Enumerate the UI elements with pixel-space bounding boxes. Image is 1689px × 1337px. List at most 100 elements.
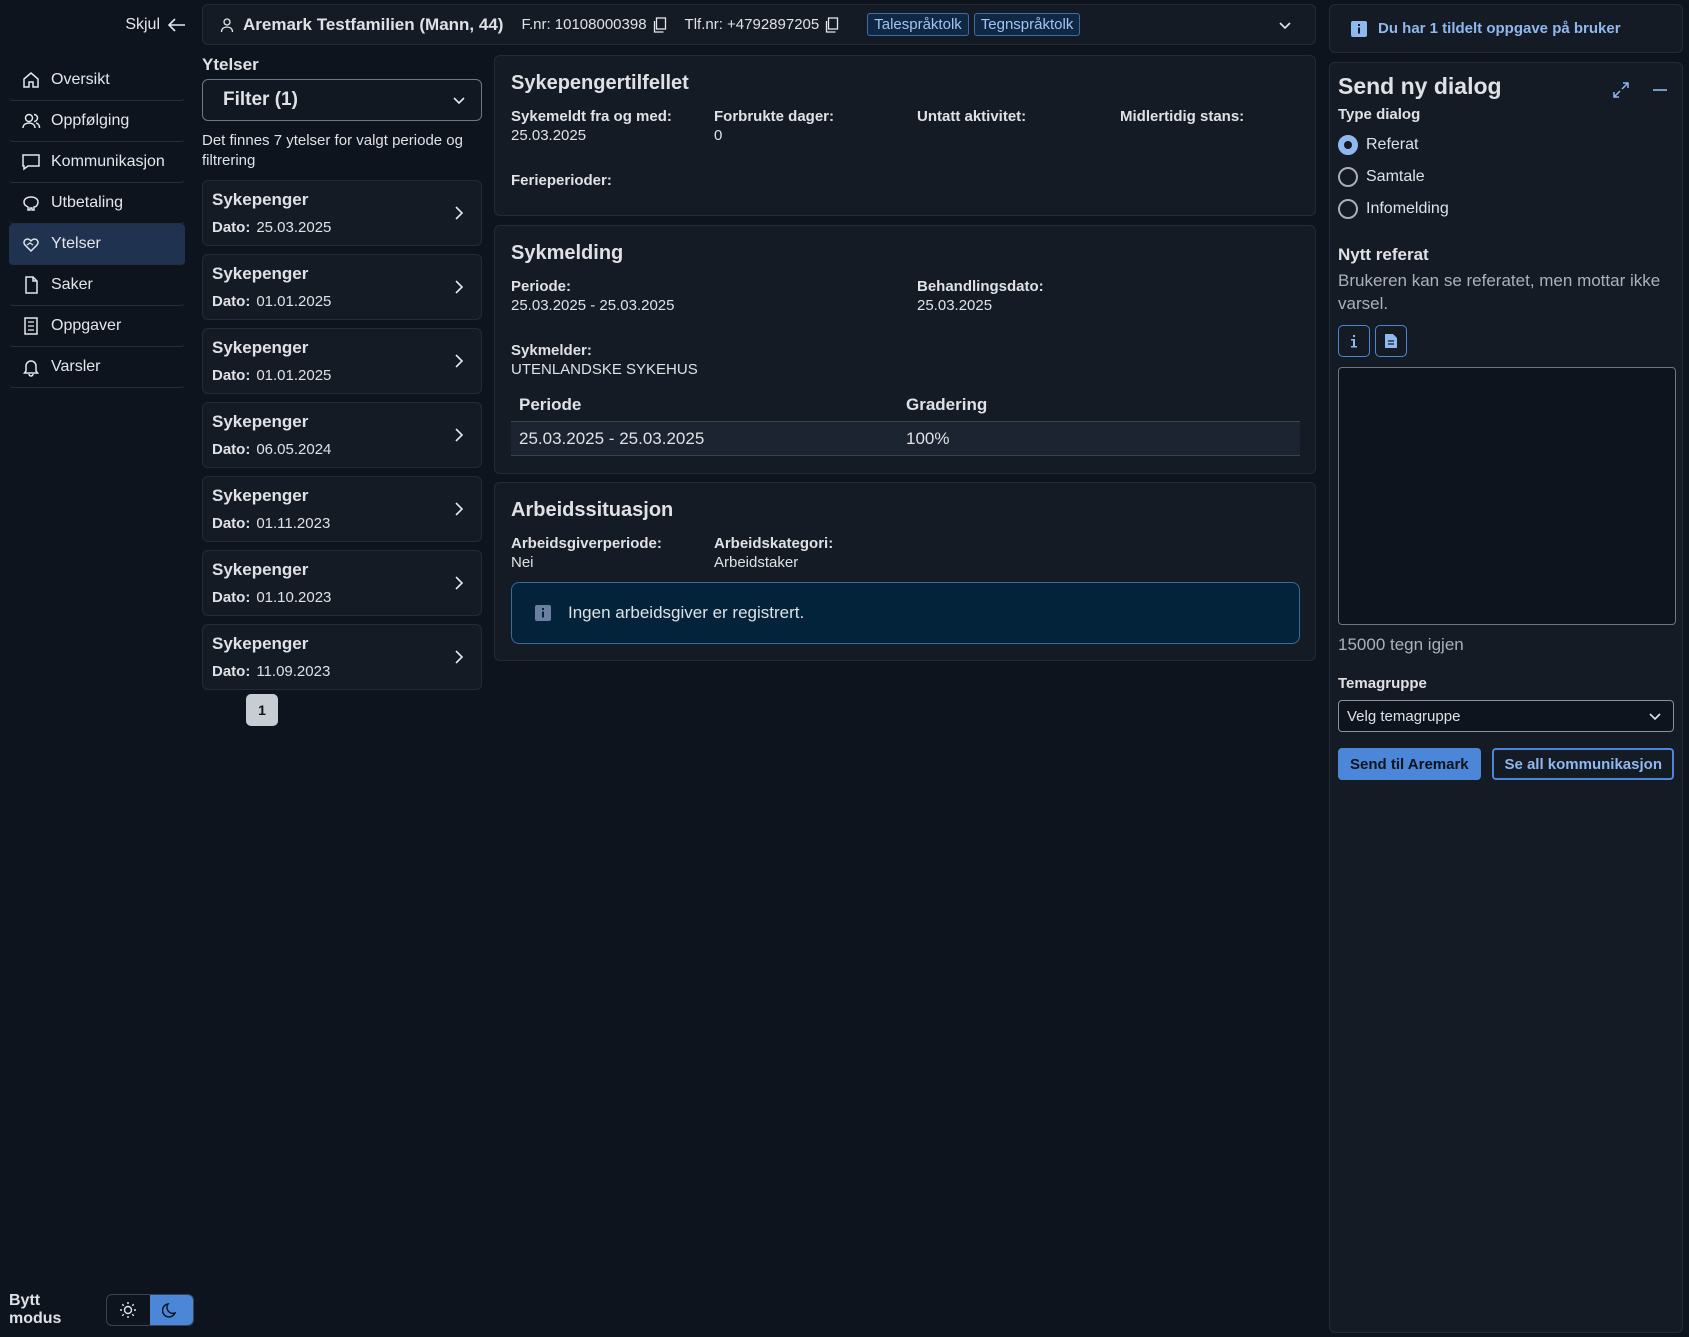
arrow-left-icon <box>168 18 186 32</box>
sidebar-item-label: Oppgaver <box>51 317 122 334</box>
bell-icon <box>21 357 41 377</box>
sykmelding-card: Sykmelding Periode: 25.03.2025 - 25.03.2… <box>494 225 1316 474</box>
filter-button[interactable]: Filter (1) <box>202 79 482 121</box>
ytelse-date: Dato: 01.01.2025 <box>212 293 332 310</box>
tlf-value: Tlf.nr: +4792897205 <box>684 16 820 33</box>
radio-infomelding[interactable]: Infomelding <box>1338 193 1674 225</box>
sidebar-item-kommunikasjon[interactable]: Kommunikasjon <box>9 142 185 183</box>
chevron-right-icon <box>453 279 465 295</box>
editor-toolbar <box>1338 325 1674 357</box>
file-icon <box>21 275 41 295</box>
forbrukte-field: Forbrukte dager: 0 <box>714 108 835 144</box>
sidebar-item-oppfolging[interactable]: Oppfølging <box>9 101 185 142</box>
ytelse-date: Dato: 01.10.2023 <box>212 589 332 606</box>
tasklist-icon <box>21 316 41 336</box>
sidebar-item-oppgaver[interactable]: Oppgaver <box>9 306 185 347</box>
ytelse-title: Sykepenger <box>212 634 309 653</box>
ytelse-item[interactable]: Sykepenger Dato: 01.01.2025 <box>202 328 482 394</box>
temagruppe-value: Velg temagruppe <box>1347 707 1461 725</box>
arbeidssituasjon-card: Arbeidssituasjon Arbeidsgiverperiode: Ne… <box>494 482 1316 661</box>
ytelse-date: Dato: 01.01.2025 <box>212 367 332 384</box>
ytelse-item[interactable]: Sykepenger Dato: 25.03.2025 <box>202 180 482 246</box>
tag-group: Talespråktolk Tegnspråktolk <box>867 13 1081 36</box>
see-all-communication-button[interactable]: Se all kommunikasjon <box>1492 748 1674 780</box>
sidebar-item-label: Ytelser <box>51 235 101 252</box>
fnr-value: F.nr: 10108000398 <box>521 16 647 33</box>
chevron-down-icon <box>1647 708 1663 724</box>
user-header: Aremark Testfamilien (Mann, 44) F.nr: 10… <box>202 4 1316 45</box>
info-button[interactable] <box>1338 325 1370 357</box>
chevron-right-icon <box>453 427 465 443</box>
ytelse-item[interactable]: Sykepenger Dato: 01.11.2023 <box>202 476 482 542</box>
sidebar-item-label: Utbetaling <box>51 194 124 211</box>
send-button[interactable]: Send til Aremark <box>1338 748 1481 780</box>
arbeidsgiverperiode-field: Arbeidsgiverperiode: Nei <box>511 535 662 571</box>
expand-icon[interactable] <box>1612 81 1630 99</box>
copy-tlf-icon[interactable] <box>825 16 839 33</box>
ytelse-title: Sykepenger <box>212 486 309 505</box>
radio-label: Infomelding <box>1366 200 1449 217</box>
minimize-icon[interactable] <box>1652 81 1668 99</box>
sidebar: Skjul Oversikt Oppfølging Kommunikasjon … <box>0 0 194 1337</box>
periode-field: Periode: 25.03.2025 - 25.03.2025 <box>511 278 675 314</box>
chevron-right-icon <box>453 353 465 369</box>
house-icon <box>21 70 41 90</box>
user-name: Aremark Testfamilien (Mann, 44) <box>243 14 504 34</box>
radio-button-checked[interactable] <box>1338 135 1358 155</box>
table-row: 25.03.2025 - 25.03.2025 100% <box>511 422 1300 456</box>
ytelse-item[interactable]: Sykepenger Dato: 06.05.2024 <box>202 402 482 468</box>
untatt-field: Untatt aktivitet: <box>917 108 1027 125</box>
temagruppe-select[interactable]: Velg temagruppe <box>1338 700 1674 732</box>
ytelse-title: Sykepenger <box>212 190 309 209</box>
radio-button[interactable] <box>1338 199 1358 219</box>
ytelse-item[interactable]: Sykepenger Dato: 11.09.2023 <box>202 624 482 690</box>
sidebar-item-label: Oppfølging <box>51 112 130 129</box>
sidebar-item-label: Kommunikasjon <box>51 153 165 170</box>
document-icon <box>1384 333 1398 349</box>
light-mode-button[interactable] <box>107 1295 150 1325</box>
main-nav: Oversikt Oppfølging Kommunikasjon Utbeta… <box>9 60 185 388</box>
moon-icon <box>162 1301 180 1319</box>
sidebar-item-label: Varsler <box>51 358 101 375</box>
ytelse-date: Dato: 11.09.2023 <box>212 663 331 680</box>
sidebar-item-oversikt[interactable]: Oversikt <box>9 60 185 101</box>
column-header: Gradering <box>906 394 988 414</box>
copy-fnr-icon[interactable] <box>653 16 667 33</box>
people-icon <box>21 111 41 131</box>
sidebar-item-utbetaling[interactable]: Utbetaling <box>9 183 185 224</box>
radio-label: Samtale <box>1366 168 1425 185</box>
radio-samtale[interactable]: Samtale <box>1338 161 1674 193</box>
task-banner[interactable]: Du har 1 tildelt oppgave på bruker <box>1329 4 1683 53</box>
table-cell: 100% <box>906 428 950 448</box>
chevron-right-icon <box>453 575 465 591</box>
hide-label: Skjul <box>125 16 160 33</box>
pagination-page-button[interactable]: 1 <box>246 694 278 726</box>
card-title: Arbeidssituasjon <box>511 499 674 521</box>
referat-title: Nytt referat <box>1338 245 1429 264</box>
radio-button[interactable] <box>1338 167 1358 187</box>
dark-mode-button[interactable] <box>149 1295 193 1325</box>
info-icon <box>1350 20 1368 38</box>
template-button[interactable] <box>1375 325 1407 357</box>
mode-switcher: Bytt modus <box>9 1292 194 1328</box>
midlertidig-field: Midlertidig stans: <box>1120 108 1245 125</box>
ytelse-title: Sykepenger <box>212 338 309 357</box>
tag-tegnsprak: Tegnspråktolk <box>973 13 1081 36</box>
sidebar-item-saker[interactable]: Saker <box>9 265 185 306</box>
char-count: 15000 tegn igjen <box>1338 635 1464 654</box>
dialog-buttons: Send til Aremark Se all kommunikasjon <box>1338 748 1674 780</box>
ytelse-date: Dato: 06.05.2024 <box>212 441 332 458</box>
tlf-field: Tlf.nr: +4792897205 <box>685 16 840 33</box>
task-banner-text: Du har 1 tildelt oppgave på bruker <box>1378 20 1621 37</box>
referat-description: Brukeren kan se referatet, men mottar ik… <box>1338 271 1661 313</box>
sidebar-item-ytelser[interactable]: Ytelser <box>9 224 185 265</box>
ytelse-item[interactable]: Sykepenger Dato: 01.10.2023 <box>202 550 482 616</box>
message-textarea[interactable] <box>1338 367 1676 625</box>
chevron-down-icon <box>451 92 467 108</box>
dialog-actions <box>1612 81 1668 99</box>
sidebar-item-varsler[interactable]: Varsler <box>9 347 185 388</box>
ytelse-item[interactable]: Sykepenger Dato: 01.01.2025 <box>202 254 482 320</box>
hide-sidebar-button[interactable]: Skjul <box>125 16 186 34</box>
chevron-down-icon[interactable] <box>1277 17 1293 33</box>
radio-referat[interactable]: Referat <box>1338 129 1674 161</box>
